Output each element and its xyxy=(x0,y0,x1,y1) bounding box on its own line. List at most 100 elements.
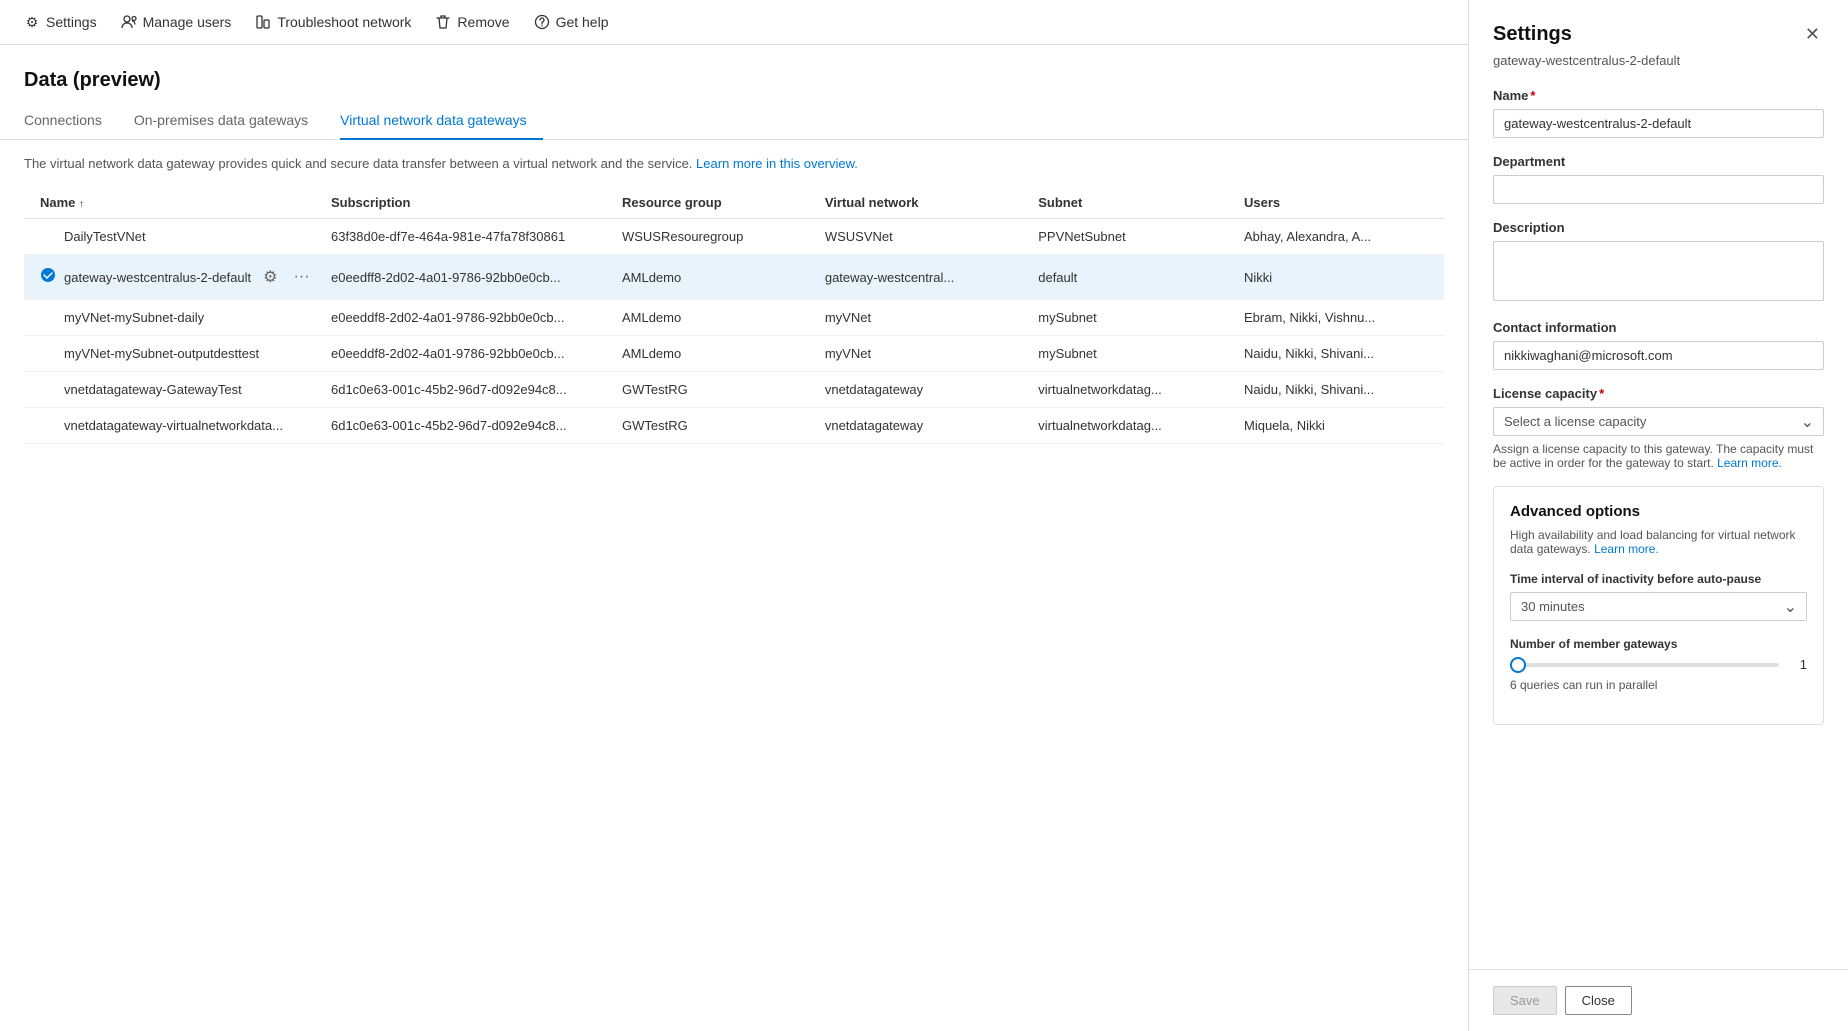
cell-users: Nikki xyxy=(1228,255,1444,300)
toolbar-item-get-help[interactable]: Get help xyxy=(534,14,609,30)
form-group-member-gateways: Number of member gateways 1 6 queries ca… xyxy=(1510,637,1807,692)
tab-on-premises[interactable]: On-premises data gateways xyxy=(134,104,324,140)
learn-more-link[interactable]: Learn more in this overview. xyxy=(696,156,858,171)
cell-name: DailyTestVNet xyxy=(24,219,315,255)
license-learn-more-link[interactable]: Learn more. xyxy=(1717,456,1782,470)
parallel-queries-hint: 6 queries can run in parallel xyxy=(1510,678,1807,692)
time-interval-select-wrapper: 30 minutes 5 minutes10 minutes15 minutes… xyxy=(1510,592,1807,621)
page-title-area: Data (preview) xyxy=(0,45,1468,104)
table-row[interactable]: vnetdatagateway-virtualnetworkdata...6d1… xyxy=(24,408,1444,444)
cell-resource-group: WSUSResouregroup xyxy=(606,219,809,255)
name-input[interactable] xyxy=(1493,109,1824,138)
toolbar-item-settings[interactable]: ⚙ Settings xyxy=(24,14,97,30)
remove-icon xyxy=(435,14,451,30)
cell-users: Miquela, Nikki xyxy=(1228,408,1444,444)
cell-resource-group: AMLdemo xyxy=(606,300,809,336)
slider-value: 1 xyxy=(1791,657,1807,672)
advanced-learn-more-link[interactable]: Learn more. xyxy=(1594,542,1659,556)
form-group-contact: Contact information xyxy=(1493,320,1824,370)
settings-panel-title: Settings xyxy=(1493,23,1572,46)
department-input[interactable] xyxy=(1493,175,1824,204)
cell-subnet: default xyxy=(1022,255,1228,300)
toolbar-item-manage-users[interactable]: Manage users xyxy=(121,14,232,30)
close-button[interactable]: Close xyxy=(1565,986,1632,1015)
table-row[interactable]: gateway-westcentralus-2-default⚙···e0eed… xyxy=(24,255,1444,300)
cell-resource-group: AMLdemo xyxy=(606,336,809,372)
cell-name-text: myVNet-mySubnet-daily xyxy=(64,310,204,325)
cell-resource-group: AMLdemo xyxy=(606,255,809,300)
manage-users-icon xyxy=(121,14,137,30)
department-label: Department xyxy=(1493,154,1824,169)
cell-resource-group: GWTestRG xyxy=(606,408,809,444)
time-interval-select[interactable]: 30 minutes 5 minutes10 minutes15 minutes… xyxy=(1510,592,1807,621)
contact-input[interactable] xyxy=(1493,341,1824,370)
cell-name: vnetdatagateway-virtualnetworkdata... xyxy=(24,408,315,444)
save-button[interactable]: Save xyxy=(1493,986,1557,1015)
form-group-description: Description xyxy=(1493,220,1824,304)
form-group-name: Name* xyxy=(1493,88,1824,138)
advanced-options-box: Advanced options High availability and l… xyxy=(1493,486,1824,725)
toolbar-item-troubleshoot[interactable]: Troubleshoot network xyxy=(255,14,411,30)
table-row[interactable]: myVNet-mySubnet-outputdestteste0eeddf8-2… xyxy=(24,336,1444,372)
cell-subnet: virtualnetworkdatag... xyxy=(1022,372,1228,408)
row-gear-button[interactable]: ⚙ xyxy=(259,265,281,289)
form-group-time-interval: Time interval of inactivity before auto-… xyxy=(1510,572,1807,621)
cell-subnet: PPVNetSubnet xyxy=(1022,219,1228,255)
row-actions: ⚙ ··· xyxy=(259,265,313,289)
col-resource-group: Resource group xyxy=(606,187,809,219)
tab-connections[interactable]: Connections xyxy=(24,104,118,140)
cell-subscription: e0eeddf8-2d02-4a01-9786-92bb0e0cb... xyxy=(315,300,606,336)
cell-subnet: mySubnet xyxy=(1022,300,1228,336)
cell-subnet: virtualnetworkdatag... xyxy=(1022,408,1228,444)
cell-users: Abhay, Alexandra, A... xyxy=(1228,219,1444,255)
license-select[interactable]: Select a license capacity xyxy=(1493,407,1824,436)
slider-container: 1 xyxy=(1510,657,1807,672)
toolbar-help-label: Get help xyxy=(556,14,609,30)
help-icon xyxy=(534,14,550,30)
cell-virtual-network: myVNet xyxy=(809,336,1022,372)
table-row[interactable]: DailyTestVNet 63f38d0e-df7e-464a-981e-47f… xyxy=(24,219,1444,255)
data-table: Name ↑ Subscription Resource group Virtu… xyxy=(24,187,1444,444)
col-users: Users xyxy=(1228,187,1444,219)
cell-virtual-network: WSUSVNet xyxy=(809,219,1022,255)
toolbar-item-remove[interactable]: Remove xyxy=(435,14,509,30)
table-row[interactable]: myVNet-mySubnet-daily e0eeddf8-2d02-4a01-… xyxy=(24,300,1444,336)
settings-panel: Settings ✕ gateway-westcentralus-2-defau… xyxy=(1468,0,1848,1031)
cell-subscription: 6d1c0e63-001c-45b2-96d7-d092e94c8... xyxy=(315,372,606,408)
settings-close-button[interactable]: ✕ xyxy=(1801,20,1824,49)
sort-arrow: ↑ xyxy=(79,199,84,210)
cell-name-text: vnetdatagateway-GatewayTest xyxy=(64,382,242,397)
row-more-button[interactable]: ··· xyxy=(290,266,314,288)
description-textarea[interactable] xyxy=(1493,241,1824,301)
name-required: * xyxy=(1530,88,1535,103)
license-required: * xyxy=(1599,386,1604,401)
cell-resource-group: GWTestRG xyxy=(606,372,809,408)
tabs-container: Connections On-premises data gateways Vi… xyxy=(0,104,1468,140)
member-gateways-slider[interactable] xyxy=(1510,663,1779,667)
tab-virtual-network[interactable]: Virtual network data gateways xyxy=(340,104,543,140)
troubleshoot-icon xyxy=(255,14,271,30)
description-text: The virtual network data gateway provide… xyxy=(0,156,1468,187)
cell-subscription: 63f38d0e-df7e-464a-981e-47fa78f30861 xyxy=(315,219,606,255)
settings-header: Settings ✕ xyxy=(1469,0,1848,53)
col-virtual-network: Virtual network xyxy=(809,187,1022,219)
col-name[interactable]: Name ↑ xyxy=(24,187,315,219)
toolbar-settings-label: Settings xyxy=(46,14,97,30)
cell-subnet: mySubnet xyxy=(1022,336,1228,372)
form-group-department: Department xyxy=(1493,154,1824,204)
form-group-license: License capacity* Select a license capac… xyxy=(1493,386,1824,470)
cell-users: Ebram, Nikki, Vishnu... xyxy=(1228,300,1444,336)
license-select-wrapper: Select a license capacity xyxy=(1493,407,1824,436)
table-row[interactable]: vnetdatagateway-GatewayTest 6d1c0e63-001c… xyxy=(24,372,1444,408)
contact-label: Contact information xyxy=(1493,320,1824,335)
cell-subscription: e0eeddf8-2d02-4a01-9786-92bb0e0cb... xyxy=(315,336,606,372)
description-label: Description xyxy=(1493,220,1824,235)
page-title: Data (preview) xyxy=(24,69,1444,92)
cell-name-text: DailyTestVNet xyxy=(64,229,146,244)
cell-users: Naidu, Nikki, Shivani... xyxy=(1228,336,1444,372)
col-subnet: Subnet xyxy=(1022,187,1228,219)
settings-body: Name* Department Description Contact inf… xyxy=(1469,88,1848,961)
advanced-options-title: Advanced options xyxy=(1510,503,1807,520)
toolbar-remove-label: Remove xyxy=(457,14,509,30)
cell-name: gateway-westcentralus-2-default⚙··· xyxy=(24,255,315,300)
